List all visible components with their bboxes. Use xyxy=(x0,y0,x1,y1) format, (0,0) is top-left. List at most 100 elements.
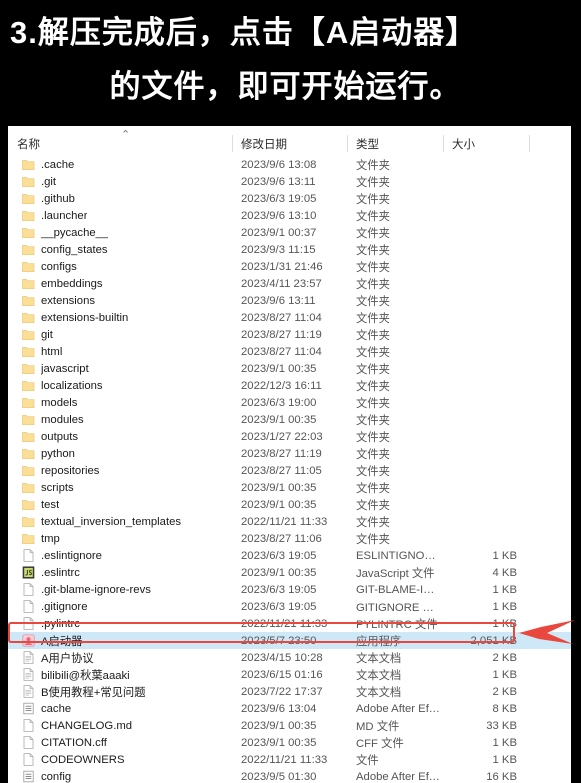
column-header-type[interactable]: 类型 xyxy=(347,126,443,156)
file-icon xyxy=(22,600,35,613)
file-name-cell[interactable]: .github xyxy=(8,192,232,205)
file-name-cell[interactable]: git xyxy=(8,328,232,341)
file-name-cell[interactable]: .pylintrc xyxy=(8,617,232,630)
file-name-cell[interactable]: CHANGELOG.md xyxy=(8,719,232,732)
file-row[interactable]: repositories 2023/8/27 11:05 文件夹 xyxy=(8,462,571,479)
file-row[interactable]: bilibili@秋葉aaaki 2023/6/15 01:16 文本文档 1 KB xyxy=(8,666,571,683)
file-date-cell: 2023/9/1 00:35 xyxy=(241,736,317,749)
file-row[interactable]: javascript 2023/9/1 00:35 文件夹 xyxy=(8,360,571,377)
file-name-cell[interactable]: textual_inversion_templates xyxy=(8,515,232,528)
file-row[interactable]: CODEOWNERS 2022/11/21 11:33 文件 1 KB xyxy=(8,751,571,768)
file-row[interactable]: A启动器 2023/5/7 23:50 应用程序 2,051 KB xyxy=(8,632,571,649)
file-name-label: extensions xyxy=(41,294,96,307)
file-name-cell[interactable]: models xyxy=(8,396,232,409)
file-name-cell[interactable]: B使用教程+常见问题 xyxy=(8,684,232,700)
file-name-cell[interactable]: config xyxy=(8,770,232,783)
file-row[interactable]: .gitignore 2023/6/3 19:05 GITIGNORE 文件 1 KB xyxy=(8,598,571,615)
file-icon xyxy=(22,736,35,749)
file-name-cell[interactable]: CODEOWNERS xyxy=(8,753,232,766)
file-row[interactable]: .git-blame-ignore-revs 2023/6/3 19:05 GIT-… xyxy=(8,581,571,598)
file-row[interactable]: .launcher 2023/9/6 13:10 文件夹 xyxy=(8,207,571,224)
file-name-cell[interactable]: config_states xyxy=(8,243,232,256)
file-row[interactable]: outputs 2023/1/27 22:03 文件夹 xyxy=(8,428,571,445)
file-row[interactable]: models 2023/6/3 19:00 文件夹 xyxy=(8,394,571,411)
file-row[interactable]: modules 2023/9/1 00:35 文件夹 xyxy=(8,411,571,428)
file-date-cell: 2022/11/21 11:33 xyxy=(241,515,328,528)
folder-icon xyxy=(22,243,35,256)
file-row[interactable]: scripts 2023/9/1 00:35 文件夹 xyxy=(8,479,571,496)
file-row[interactable]: __pycache__ 2023/9/1 00:37 文件夹 xyxy=(8,224,571,241)
file-row[interactable]: tmp 2023/8/27 11:06 文件夹 xyxy=(8,530,571,547)
file-name-cell[interactable]: configs xyxy=(8,260,232,273)
file-name-cell[interactable]: embeddings xyxy=(8,277,232,290)
file-row[interactable]: textual_inversion_templates 2022/11/21 11… xyxy=(8,513,571,530)
file-name-cell[interactable]: cache xyxy=(8,702,232,715)
file-name-label: CODEOWNERS xyxy=(41,753,125,766)
file-name-cell[interactable]: localizations xyxy=(8,379,232,392)
file-date-cell: 2023/8/27 11:19 xyxy=(241,447,322,460)
file-explorer-window: 名称 ⌃ 修改日期 类型 大小 .cache 2023/9/6 13:08 文件夹.… xyxy=(8,126,573,783)
column-header-size[interactable]: 大小 xyxy=(443,126,529,156)
file-name-cell[interactable]: scripts xyxy=(8,481,232,494)
file-row[interactable]: CITATION.cff 2023/9/1 00:35 CFF 文件 1 KB xyxy=(8,734,571,751)
file-name-cell[interactable]: html xyxy=(8,345,232,358)
file-row[interactable]: localizations 2022/12/3 16:11 文件夹 xyxy=(8,377,571,394)
file-icon xyxy=(22,583,35,596)
file-row[interactable]: .cache 2023/9/6 13:08 文件夹 xyxy=(8,156,571,173)
file-type-cell: GITIGNORE 文件 xyxy=(356,601,443,614)
column-header-date[interactable]: 修改日期 xyxy=(232,126,347,156)
file-row[interactable]: .github 2023/6/3 19:05 文件夹 xyxy=(8,190,571,207)
ae-file-icon xyxy=(22,770,35,783)
text-file-icon xyxy=(22,651,35,664)
file-row[interactable]: python 2023/8/27 11:19 文件夹 xyxy=(8,445,571,462)
file-name-label: B使用教程+常见问题 xyxy=(41,686,146,699)
file-name-cell[interactable]: .eslintrc xyxy=(8,566,232,579)
file-name-cell[interactable]: .eslintignore xyxy=(8,549,232,562)
file-name-cell[interactable]: python xyxy=(8,447,232,460)
file-name-cell[interactable]: outputs xyxy=(8,430,232,443)
file-row[interactable]: html 2023/8/27 11:04 文件夹 xyxy=(8,343,571,360)
file-date-cell: 2023/6/3 19:05 xyxy=(241,192,317,205)
file-name-cell[interactable]: .gitignore xyxy=(8,600,232,613)
file-name-cell[interactable]: extensions-builtin xyxy=(8,311,232,324)
file-name-cell[interactable]: bilibili@秋葉aaaki xyxy=(8,667,232,683)
file-name-cell[interactable]: repositories xyxy=(8,464,232,477)
file-row[interactable]: git 2023/8/27 11:19 文件夹 xyxy=(8,326,571,343)
file-row[interactable]: A用户协议 2023/4/15 10:28 文本文档 2 KB xyxy=(8,649,571,666)
file-name-cell[interactable]: .cache xyxy=(8,158,232,171)
file-name-cell[interactable]: .git xyxy=(8,175,232,188)
file-row[interactable]: cache 2023/9/6 13:04 Adobe After Effe... 8 … xyxy=(8,700,571,717)
file-row[interactable]: CHANGELOG.md 2023/9/1 00:35 MD 文件 33 KB xyxy=(8,717,571,734)
file-row[interactable]: extensions 2023/9/6 13:11 文件夹 xyxy=(8,292,571,309)
file-row[interactable]: .eslintrc 2023/9/1 00:35 JavaScript 文件 4 KB xyxy=(8,564,571,581)
folder-icon xyxy=(22,464,35,477)
file-name-cell[interactable]: .launcher xyxy=(8,209,232,222)
file-name-cell[interactable]: tmp xyxy=(8,532,232,545)
file-name-label: .pylintrc xyxy=(41,617,80,630)
file-row[interactable]: config_states 2023/9/3 11:15 文件夹 xyxy=(8,241,571,258)
file-name-cell[interactable]: CITATION.cff xyxy=(8,736,232,749)
file-name-cell[interactable]: A启动器 xyxy=(8,633,232,649)
folder-icon xyxy=(22,345,35,358)
file-name-cell[interactable]: extensions xyxy=(8,294,232,307)
file-name-cell[interactable]: .git-blame-ignore-revs xyxy=(8,583,232,596)
file-name-cell[interactable]: __pycache__ xyxy=(8,226,232,239)
file-name-cell[interactable]: A用户协议 xyxy=(8,650,232,666)
file-row[interactable]: config 2023/9/5 01:30 Adobe After Effe... 1… xyxy=(8,768,571,783)
file-name-label: .gitignore xyxy=(41,600,88,613)
file-row[interactable]: test 2023/9/1 00:35 文件夹 xyxy=(8,496,571,513)
file-row[interactable]: embeddings 2023/4/11 23:57 文件夹 xyxy=(8,275,571,292)
file-row[interactable]: .eslintignore 2023/6/3 19:05 ESLINTIGNORE … xyxy=(8,547,571,564)
file-row[interactable]: extensions-builtin 2023/8/27 11:04 文件夹 xyxy=(8,309,571,326)
file-name-cell[interactable]: test xyxy=(8,498,232,511)
file-name-cell[interactable]: javascript xyxy=(8,362,232,375)
file-name-cell[interactable]: modules xyxy=(8,413,232,426)
ae-file-icon xyxy=(22,702,35,715)
file-date-cell: 2023/8/27 11:04 xyxy=(241,311,322,324)
column-header-name[interactable]: 名称 ⌃ xyxy=(8,126,232,156)
file-date-cell: 2023/9/1 00:37 xyxy=(241,226,317,239)
file-row[interactable]: .pylintrc 2022/11/21 11:33 PYLINTRC 文件 1 KB xyxy=(8,615,571,632)
file-row[interactable]: configs 2023/1/31 21:46 文件夹 xyxy=(8,258,571,275)
file-row[interactable]: B使用教程+常见问题 2023/7/22 17:37 文本文档 2 KB xyxy=(8,683,571,700)
file-row[interactable]: .git 2023/9/6 13:11 文件夹 xyxy=(8,173,571,190)
